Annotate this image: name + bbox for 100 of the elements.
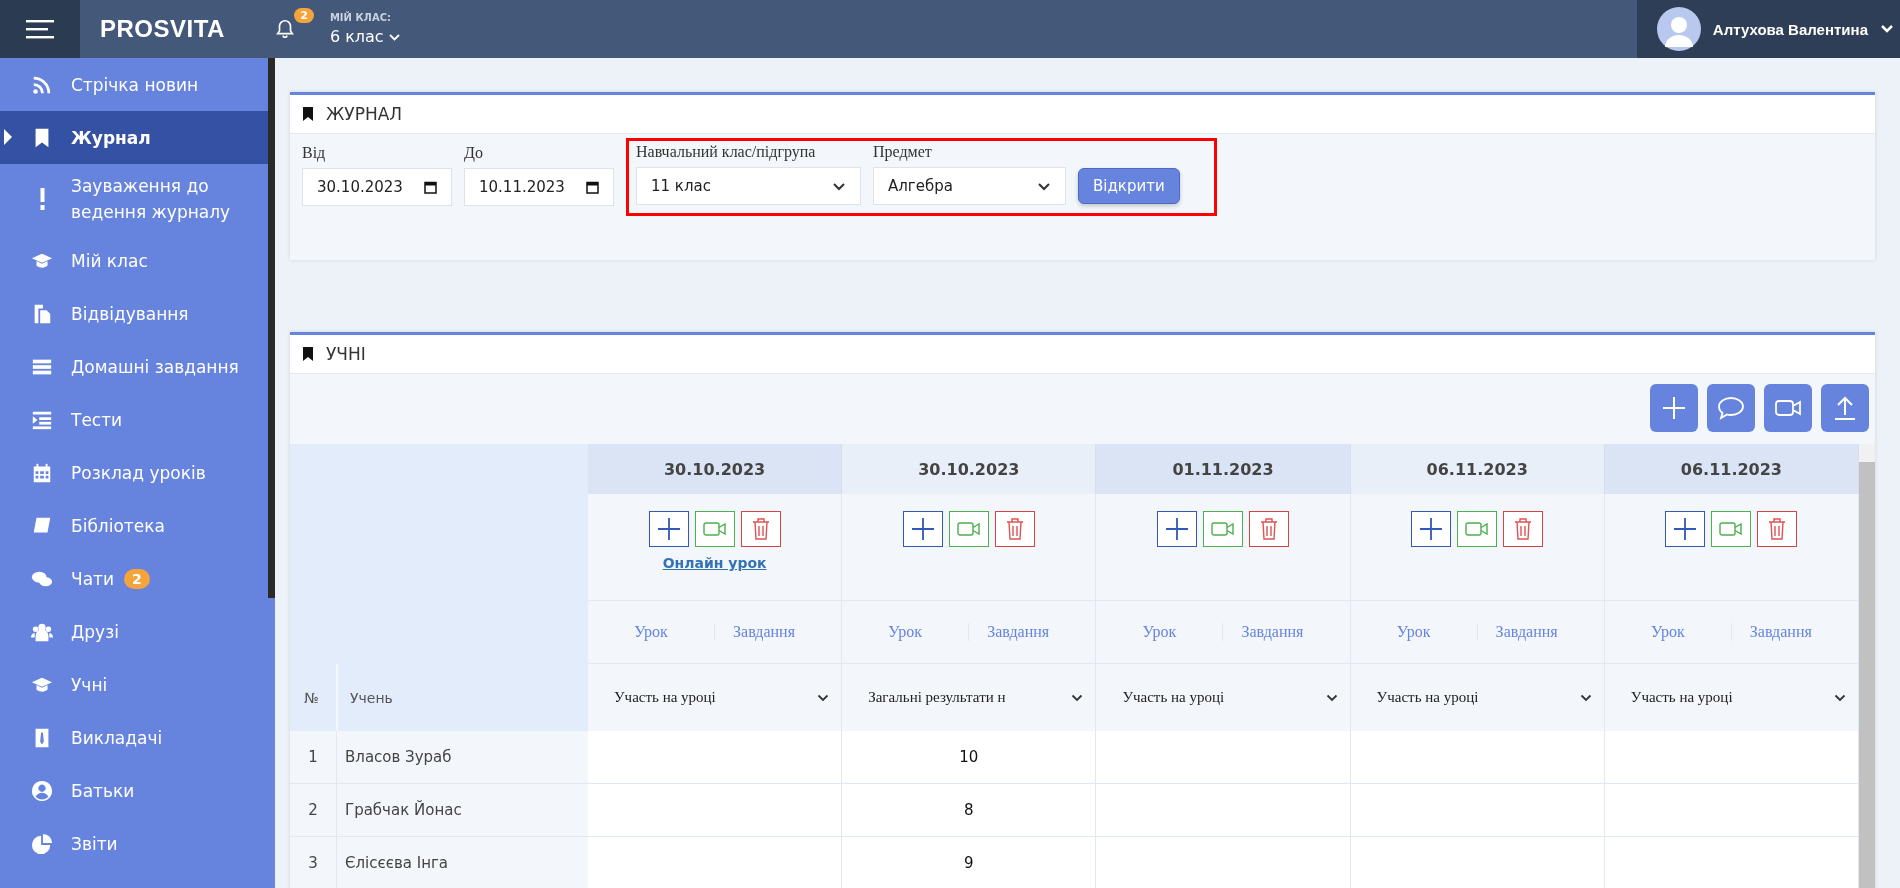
plus-icon [1165, 517, 1189, 541]
calendar-icon [424, 180, 437, 194]
user-panel[interactable]: Алтухова Валентина [1636, 0, 1900, 58]
grade-cell[interactable] [1096, 731, 1351, 784]
date-header: 01.11.2023 [1096, 444, 1351, 494]
plus-icon [656, 517, 681, 541]
sidebar-item[interactable]: Друзі [0, 605, 268, 658]
upload-icon [1832, 395, 1858, 421]
grade-cell[interactable] [588, 837, 843, 888]
sidebar-item[interactable]: Мій клас [0, 234, 268, 287]
lesson-tab[interactable]: Урок [1142, 623, 1177, 641]
grade-cell[interactable] [588, 784, 843, 837]
pie-chart-icon [31, 832, 53, 855]
task-tab[interactable]: Завдання [1476, 623, 1558, 641]
delete-button[interactable] [740, 511, 781, 547]
date-field[interactable]: 30.10.2023 [302, 168, 452, 206]
video-lesson-button[interactable] [1711, 511, 1752, 547]
grade-cell[interactable] [1604, 784, 1859, 837]
sidebar-item[interactable]: Чати 2 [0, 552, 268, 605]
open-button[interactable]: Відкрити [1078, 168, 1180, 204]
plus-icon [1673, 517, 1698, 541]
task-tab[interactable]: Завдання [1730, 623, 1812, 641]
video-lesson-button[interactable] [1203, 511, 1243, 547]
count-badge: 2 [124, 568, 150, 589]
task-tab[interactable]: Завдання [1222, 623, 1304, 641]
grade-cell[interactable] [1350, 837, 1605, 888]
plus-icon [910, 517, 935, 541]
sidebar-item[interactable]: Учні [0, 658, 268, 711]
add-button[interactable] [1650, 384, 1698, 432]
calendar-icon [31, 461, 53, 484]
grade-type-select[interactable]: Участь на уроці [1616, 689, 1854, 706]
online-lesson-link[interactable]: Онлайн урок [662, 555, 767, 571]
grade-type-select[interactable]: Участь на уроці [1108, 689, 1346, 706]
delete-button[interactable] [1757, 511, 1798, 547]
task-tab[interactable]: Завдання [714, 623, 795, 641]
grade-cell[interactable] [1096, 784, 1351, 837]
grade-cell[interactable] [588, 731, 843, 784]
grade-cell[interactable] [1096, 837, 1351, 888]
delete-button[interactable] [1503, 511, 1544, 547]
sidebar-scrollbar[interactable] [268, 58, 275, 598]
video-camera-icon [1211, 520, 1235, 538]
subject-select[interactable]: Алгебра [873, 167, 1066, 205]
date-field[interactable]: 10.11.2023 [464, 168, 614, 206]
video-lesson-button[interactable] [1457, 511, 1498, 547]
upload-button[interactable] [1821, 384, 1869, 432]
grade-type-select[interactable]: Загальні результати н [854, 689, 1092, 706]
comment-button[interactable] [1707, 384, 1755, 432]
grade-type-select[interactable]: Участь на уроці [1362, 689, 1600, 706]
sidebar-item[interactable]: Викладачі [0, 711, 268, 764]
trash-icon [1513, 517, 1534, 541]
add-lesson-button[interactable] [902, 511, 943, 547]
sidebar-item[interactable]: Стрічка новин [0, 58, 268, 111]
video-lesson-button[interactable] [948, 511, 989, 547]
class-dropdown[interactable]: 6 клас [329, 27, 400, 46]
plus-icon [1661, 395, 1687, 421]
field-label: Навчальний клас/підгрупа [636, 143, 817, 161]
sidebar-item[interactable]: Відвідування [0, 287, 268, 340]
video-lesson-button[interactable] [694, 511, 735, 547]
selection-arrow-icon [4, 129, 12, 145]
add-lesson-button[interactable] [1411, 511, 1452, 547]
table-scrollbar[interactable] [1859, 444, 1875, 888]
grade-cell[interactable] [1604, 731, 1859, 784]
menu-button[interactable] [0, 0, 80, 58]
grade-cell[interactable]: 8 [842, 784, 1097, 837]
chevron-down-icon [1579, 693, 1592, 702]
sidebar-item[interactable]: Зауваження до ведення журналу [0, 164, 268, 234]
student-name: Грабчак Йонас [336, 784, 588, 837]
lesson-tab[interactable]: Урок [1396, 623, 1431, 641]
task-tab[interactable]: Завдання [968, 623, 1050, 641]
chevron-down-icon [388, 34, 400, 41]
sidebar-item[interactable]: Журнал [0, 111, 268, 164]
lesson-tab[interactable]: Урок [888, 623, 923, 641]
video-camera-icon [1465, 520, 1490, 538]
delete-button[interactable] [994, 511, 1035, 547]
add-lesson-button[interactable] [648, 511, 689, 547]
sidebar-item[interactable]: Батьки [0, 764, 268, 817]
grade-cell[interactable] [1350, 784, 1605, 837]
trash-icon [1767, 517, 1788, 541]
grade-cell[interactable] [1604, 837, 1859, 888]
lesson-tab[interactable]: Урок [634, 623, 668, 641]
grade-cell[interactable] [1350, 731, 1605, 784]
grade-cell[interactable]: 9 [842, 837, 1097, 888]
sidebar-item[interactable]: Розклад уроків [0, 446, 268, 499]
add-lesson-button[interactable] [1665, 511, 1706, 547]
sidebar-item[interactable]: Домашні завдання [0, 340, 268, 393]
grade-cell[interactable]: 10 [842, 731, 1097, 784]
video-button[interactable] [1764, 384, 1812, 432]
trash-icon [1004, 517, 1025, 541]
chevron-down-icon [1325, 693, 1338, 702]
logo[interactable]: PROSVITA [100, 15, 225, 43]
chevron-down-icon [1880, 24, 1894, 34]
sidebar-item[interactable]: Бібліотека [0, 499, 268, 552]
lesson-tab[interactable]: Урок [1650, 623, 1685, 641]
delete-button[interactable] [1249, 511, 1289, 547]
sidebar-item[interactable]: Тести [0, 393, 268, 446]
class-select[interactable]: 11 клас [636, 167, 861, 205]
add-lesson-button[interactable] [1157, 511, 1197, 547]
chevron-down-icon [1071, 693, 1084, 702]
sidebar-item[interactable]: Звіти [0, 817, 268, 870]
grade-type-select[interactable]: Участь на уроці [600, 689, 838, 706]
